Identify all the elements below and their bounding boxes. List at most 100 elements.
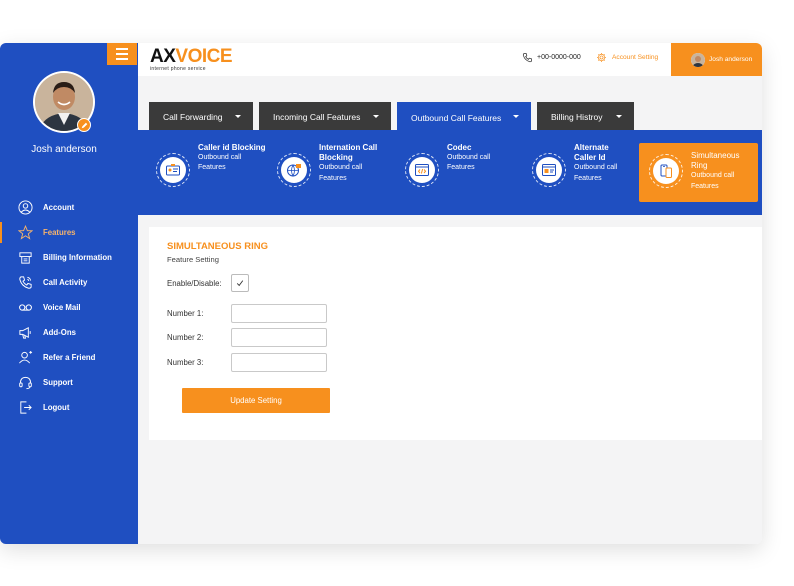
feature-setting-card: SIMULTANEOUS RING Feature Setting Enable… <box>149 227 762 440</box>
tab-label: Call Forwarding <box>163 112 223 122</box>
sidebar-item-voice-mail[interactable]: Voice Mail <box>0 295 138 320</box>
star-icon <box>18 225 33 240</box>
sidebar: Josh anderson Account Features Billing I… <box>0 43 138 544</box>
id-card-icon <box>160 157 186 183</box>
menu-toggle-button[interactable] <box>107 43 137 65</box>
sidebar-item-billing[interactable]: Billing Information <box>0 245 138 270</box>
feature-line: Outbound call <box>198 154 242 162</box>
sidebar-user-name: Josh anderson <box>31 144 97 155</box>
number3-field[interactable] <box>231 353 327 372</box>
user-avatar-small <box>691 52 705 67</box>
tab-billing-history[interactable]: Billing Histroy <box>537 102 634 132</box>
feature-text: Simultaneous Ring Outbound call Features <box>691 151 751 192</box>
main-content: Call Forwarding Incoming Call Features O… <box>138 76 762 544</box>
globe-lock-icon <box>281 157 307 183</box>
feature-line: Features <box>574 174 602 182</box>
app-window: Josh anderson Account Features Billing I… <box>0 43 762 544</box>
enable-label: Enable/Disable: <box>167 279 222 288</box>
number1-label: Number 1: <box>167 309 204 318</box>
feature-line: Features <box>447 164 475 172</box>
sidebar-item-label: Call Activity <box>43 278 88 287</box>
icon-ring <box>405 153 439 187</box>
sidebar-item-label: Refer a Friend <box>43 353 96 362</box>
feature-text: Alternate Caller Id Outbound call Featur… <box>574 143 620 184</box>
enable-checkbox[interactable] <box>231 274 249 292</box>
sidebar-item-logout[interactable]: Logout <box>0 395 138 420</box>
user-icon <box>18 200 33 215</box>
feature-line: Outbound call <box>447 154 491 162</box>
edit-avatar-button[interactable] <box>77 118 91 132</box>
icon-ring <box>649 154 683 188</box>
feature-line: Features <box>319 174 347 182</box>
feature-caller-id-blocking[interactable]: Caller id Blocking Outbound call Feature… <box>156 143 266 201</box>
number1-field[interactable] <box>231 304 327 323</box>
sidebar-item-label: Voice Mail <box>43 303 81 312</box>
user-menu[interactable]: Josh anderson <box>671 43 762 76</box>
sidebar-item-account[interactable]: Account <box>0 195 138 220</box>
number2-label: Number 2: <box>167 333 204 342</box>
check-icon <box>236 280 244 287</box>
feature-text: Codec Outbound call Features <box>447 143 490 174</box>
pencil-icon <box>81 122 87 128</box>
number2-field[interactable] <box>231 328 327 347</box>
form-subtitle: Feature Setting <box>167 255 219 264</box>
tab-incoming-call-features[interactable]: Incoming Call Features <box>259 102 391 132</box>
tab-label: Outbound Call Features <box>411 112 502 123</box>
feature-line: Outbound call <box>319 164 363 172</box>
sidebar-item-refer[interactable]: Refer a Friend <box>0 345 138 370</box>
feature-line: Features <box>198 164 226 172</box>
sidebar-item-features[interactable]: Features <box>0 220 138 245</box>
code-window-icon <box>409 157 435 183</box>
feature-title: Simultaneous Ring <box>691 151 740 171</box>
tab-label: Billing Histroy <box>551 112 603 122</box>
feature-title: Codec <box>447 143 472 152</box>
sidebar-nav: Account Features Billing Information Cal… <box>0 195 138 420</box>
account-setting-label: Account Setting <box>612 54 659 61</box>
refer-icon <box>19 350 33 364</box>
feature-title: Caller id Blocking <box>198 143 266 152</box>
feature-text: Caller id Blocking Outbound call Feature… <box>198 143 266 174</box>
axvoice-logo[interactable]: AXVOICE internet phone service <box>150 46 233 72</box>
logo-tagline: internet phone service <box>150 66 206 72</box>
feature-simultaneous-ring[interactable]: Simultaneous Ring Outbound call Features <box>639 143 758 202</box>
tab-outbound-call-features[interactable]: Outbound Call Features <box>397 102 531 133</box>
header-phone[interactable]: +00-0000-000 <box>522 52 581 63</box>
update-setting-button[interactable]: Update Setting <box>182 388 330 413</box>
feature-text: Internation Call Blocking Outbound call … <box>319 143 381 184</box>
billing-icon <box>19 252 32 264</box>
chevron-down-icon <box>235 115 241 118</box>
logo-voice: VOICE <box>175 46 233 67</box>
sidebar-item-label: Support <box>43 378 73 387</box>
feature-title: Internation Call Blocking <box>319 143 378 163</box>
feature-codec[interactable]: Codec Outbound call Features <box>405 143 490 201</box>
tab-label: Incoming Call Features <box>273 112 361 122</box>
sidebar-item-add-ons[interactable]: Add-Ons <box>0 320 138 345</box>
voicemail-icon <box>19 304 32 311</box>
hamburger-icon <box>116 47 128 61</box>
feature-title: Alternate Caller Id <box>574 143 609 163</box>
form-title: SIMULTANEOUS RING <box>167 241 268 252</box>
icon-ring <box>277 153 311 187</box>
number3-label: Number 3: <box>167 358 204 367</box>
logout-icon <box>20 401 32 414</box>
mobile-phones-icon <box>653 158 679 184</box>
chevron-down-icon <box>513 115 519 118</box>
feature-line: Features <box>691 182 719 190</box>
sidebar-item-label: Logout <box>43 403 70 412</box>
sidebar-item-call-activity[interactable]: Call Activity <box>0 270 138 295</box>
sidebar-item-support[interactable]: Support <box>0 370 138 395</box>
account-setting-link[interactable]: Account Setting <box>596 52 658 63</box>
sidebar-item-label: Add-Ons <box>43 328 76 337</box>
phone-icon <box>19 276 32 289</box>
icon-ring <box>156 153 190 187</box>
top-header: AXVOICE internet phone service +00-0000-… <box>138 43 762 76</box>
feature-international-call-blocking[interactable]: Internation Call Blocking Outbound call … <box>277 143 381 201</box>
feature-strip: Caller id Blocking Outbound call Feature… <box>138 130 762 215</box>
feature-alternate-caller-id[interactable]: Alternate Caller Id Outbound call Featur… <box>532 143 620 201</box>
tab-call-forwarding[interactable]: Call Forwarding <box>149 102 253 132</box>
feature-line: Outbound call <box>574 164 618 172</box>
sidebar-item-label: Account <box>43 203 75 212</box>
icon-ring <box>532 153 566 187</box>
headset-icon <box>19 376 32 390</box>
chevron-down-icon <box>616 115 622 118</box>
